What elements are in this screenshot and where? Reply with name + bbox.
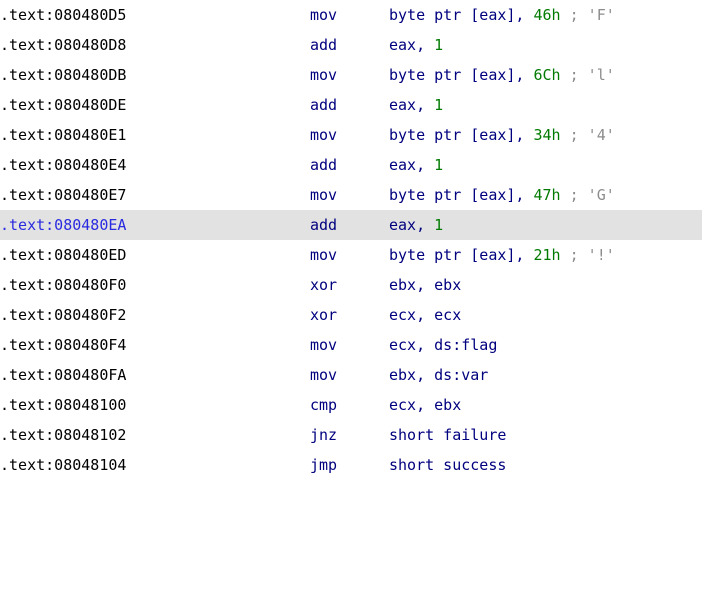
- operand-immediate[interactable]: 46h: [534, 6, 561, 24]
- auto-comment: ; 'l': [560, 66, 615, 84]
- instruction-operands[interactable]: byte ptr [eax], 47h ; 'G': [389, 180, 615, 210]
- instruction-address[interactable]: .text:080480E1: [0, 120, 126, 150]
- operand-text[interactable]: byte ptr [eax],: [389, 6, 534, 24]
- instruction-mnemonic[interactable]: mov: [310, 60, 337, 90]
- listing-row[interactable]: .text:080480D8 add eax, 1: [0, 30, 702, 60]
- auto-comment: ; '4': [560, 126, 615, 144]
- instruction-address[interactable]: .text:080480D5: [0, 0, 126, 30]
- listing-row[interactable]: .text:080480ED mov byte ptr [eax], 21h ;…: [0, 240, 702, 270]
- instruction-mnemonic[interactable]: mov: [310, 360, 337, 390]
- operand-text[interactable]: eax,: [389, 96, 434, 114]
- instruction-mnemonic[interactable]: add: [310, 210, 337, 240]
- operand-text[interactable]: ecx, ebx: [389, 396, 461, 414]
- operand-immediate[interactable]: 6Ch: [534, 66, 561, 84]
- operand-text[interactable]: ebx, ds:var: [389, 366, 488, 384]
- instruction-address[interactable]: .text:080480F2: [0, 300, 126, 330]
- operand-text[interactable]: ecx, ecx: [389, 306, 461, 324]
- listing-row[interactable]: .text:08048100 cmp ecx, ebx: [0, 390, 702, 420]
- listing-row[interactable]: .text:080480FA mov ebx, ds:var: [0, 360, 702, 390]
- instruction-mnemonic[interactable]: mov: [310, 330, 337, 360]
- operand-text[interactable]: byte ptr [eax],: [389, 66, 534, 84]
- auto-comment: ; '!': [560, 246, 615, 264]
- operand-immediate[interactable]: 21h: [534, 246, 561, 264]
- operand-immediate[interactable]: 1: [434, 216, 443, 234]
- operand-immediate[interactable]: 47h: [534, 186, 561, 204]
- instruction-operands[interactable]: byte ptr [eax], 21h ; '!': [389, 240, 615, 270]
- instruction-address[interactable]: .text:080480DE: [0, 90, 126, 120]
- instruction-operands[interactable]: ecx, ds:flag: [389, 330, 497, 360]
- listing-row[interactable]: .text:08048102 jnz short failure: [0, 420, 702, 450]
- instruction-address[interactable]: .text:080480DB: [0, 60, 126, 90]
- auto-comment: ; 'G': [560, 186, 615, 204]
- operand-text[interactable]: byte ptr [eax],: [389, 246, 534, 264]
- listing-row[interactable]: .text:080480F4 mov ecx, ds:flag: [0, 330, 702, 360]
- instruction-mnemonic[interactable]: jnz: [310, 420, 337, 450]
- instruction-operands[interactable]: eax, 1: [389, 30, 443, 60]
- instruction-mnemonic[interactable]: mov: [310, 240, 337, 270]
- operand-immediate[interactable]: 1: [434, 156, 443, 174]
- instruction-operands[interactable]: ebx, ebx: [389, 270, 461, 300]
- instruction-operands[interactable]: byte ptr [eax], 34h ; '4': [389, 120, 615, 150]
- instruction-operands[interactable]: ecx, ecx: [389, 300, 461, 330]
- instruction-address[interactable]: .text:080480E7: [0, 180, 126, 210]
- instruction-mnemonic[interactable]: add: [310, 90, 337, 120]
- instruction-mnemonic[interactable]: add: [310, 30, 337, 60]
- listing-row[interactable]: .text:080480F2 xor ecx, ecx: [0, 300, 702, 330]
- instruction-address[interactable]: .text:080480FA: [0, 360, 126, 390]
- operand-text[interactable]: byte ptr [eax],: [389, 126, 534, 144]
- instruction-mnemonic[interactable]: cmp: [310, 390, 337, 420]
- instruction-address[interactable]: .text:08048102: [0, 420, 126, 450]
- operand-immediate[interactable]: 1: [434, 96, 443, 114]
- listing-row[interactable]: .text:080480F0 xor ebx, ebx: [0, 270, 702, 300]
- disassembly-listing[interactable]: .text:080480D5 mov byte ptr [eax], 46h ;…: [0, 0, 702, 480]
- operand-text[interactable]: eax,: [389, 36, 434, 54]
- operand-text[interactable]: ebx, ebx: [389, 276, 461, 294]
- listing-row[interactable]: .text:080480DB mov byte ptr [eax], 6Ch ;…: [0, 60, 702, 90]
- instruction-address[interactable]: .text:080480D8: [0, 30, 126, 60]
- instruction-address[interactable]: .text:080480F0: [0, 270, 126, 300]
- operand-immediate[interactable]: 1: [434, 36, 443, 54]
- operand-text[interactable]: ecx, ds:flag: [389, 336, 497, 354]
- jump-target[interactable]: short success: [389, 456, 506, 474]
- operand-text[interactable]: eax,: [389, 156, 434, 174]
- instruction-mnemonic[interactable]: mov: [310, 120, 337, 150]
- listing-row[interactable]: .text:080480DE add eax, 1: [0, 90, 702, 120]
- listing-row[interactable]: .text:080480E1 mov byte ptr [eax], 34h ;…: [0, 120, 702, 150]
- instruction-operands[interactable]: short success: [389, 450, 506, 480]
- instruction-address[interactable]: .text:080480E4: [0, 150, 126, 180]
- operand-text[interactable]: byte ptr [eax],: [389, 186, 534, 204]
- instruction-operands[interactable]: short failure: [389, 420, 506, 450]
- instruction-mnemonic[interactable]: add: [310, 150, 337, 180]
- auto-comment: ; 'F': [560, 6, 615, 24]
- listing-row[interactable]: .text:08048104 jmp short success: [0, 450, 702, 480]
- instruction-operands[interactable]: eax, 1: [389, 90, 443, 120]
- instruction-address[interactable]: .text:08048104: [0, 450, 126, 480]
- instruction-mnemonic[interactable]: xor: [310, 270, 337, 300]
- jump-target[interactable]: short failure: [389, 426, 506, 444]
- instruction-operands[interactable]: eax, 1: [389, 210, 443, 240]
- instruction-operands[interactable]: ebx, ds:var: [389, 360, 488, 390]
- operand-immediate[interactable]: 34h: [534, 126, 561, 144]
- listing-row[interactable]: .text:080480E4 add eax, 1: [0, 150, 702, 180]
- instruction-mnemonic[interactable]: mov: [310, 180, 337, 210]
- instruction-operands[interactable]: eax, 1: [389, 150, 443, 180]
- instruction-address[interactable]: .text:080480EA: [0, 210, 126, 240]
- listing-row[interactable]: .text:080480D5 mov byte ptr [eax], 46h ;…: [0, 0, 702, 30]
- instruction-mnemonic[interactable]: jmp: [310, 450, 337, 480]
- instruction-address[interactable]: .text:08048100: [0, 390, 126, 420]
- instruction-operands[interactable]: byte ptr [eax], 6Ch ; 'l': [389, 60, 615, 90]
- listing-row-selected[interactable]: .text:080480EA add eax, 1: [0, 210, 702, 240]
- operand-text[interactable]: eax,: [389, 216, 434, 234]
- instruction-mnemonic[interactable]: xor: [310, 300, 337, 330]
- instruction-address[interactable]: .text:080480F4: [0, 330, 126, 360]
- instruction-address[interactable]: .text:080480ED: [0, 240, 126, 270]
- instruction-operands[interactable]: ecx, ebx: [389, 390, 461, 420]
- instruction-operands[interactable]: byte ptr [eax], 46h ; 'F': [389, 0, 615, 30]
- listing-row[interactable]: .text:080480E7 mov byte ptr [eax], 47h ;…: [0, 180, 702, 210]
- instruction-mnemonic[interactable]: mov: [310, 0, 337, 30]
